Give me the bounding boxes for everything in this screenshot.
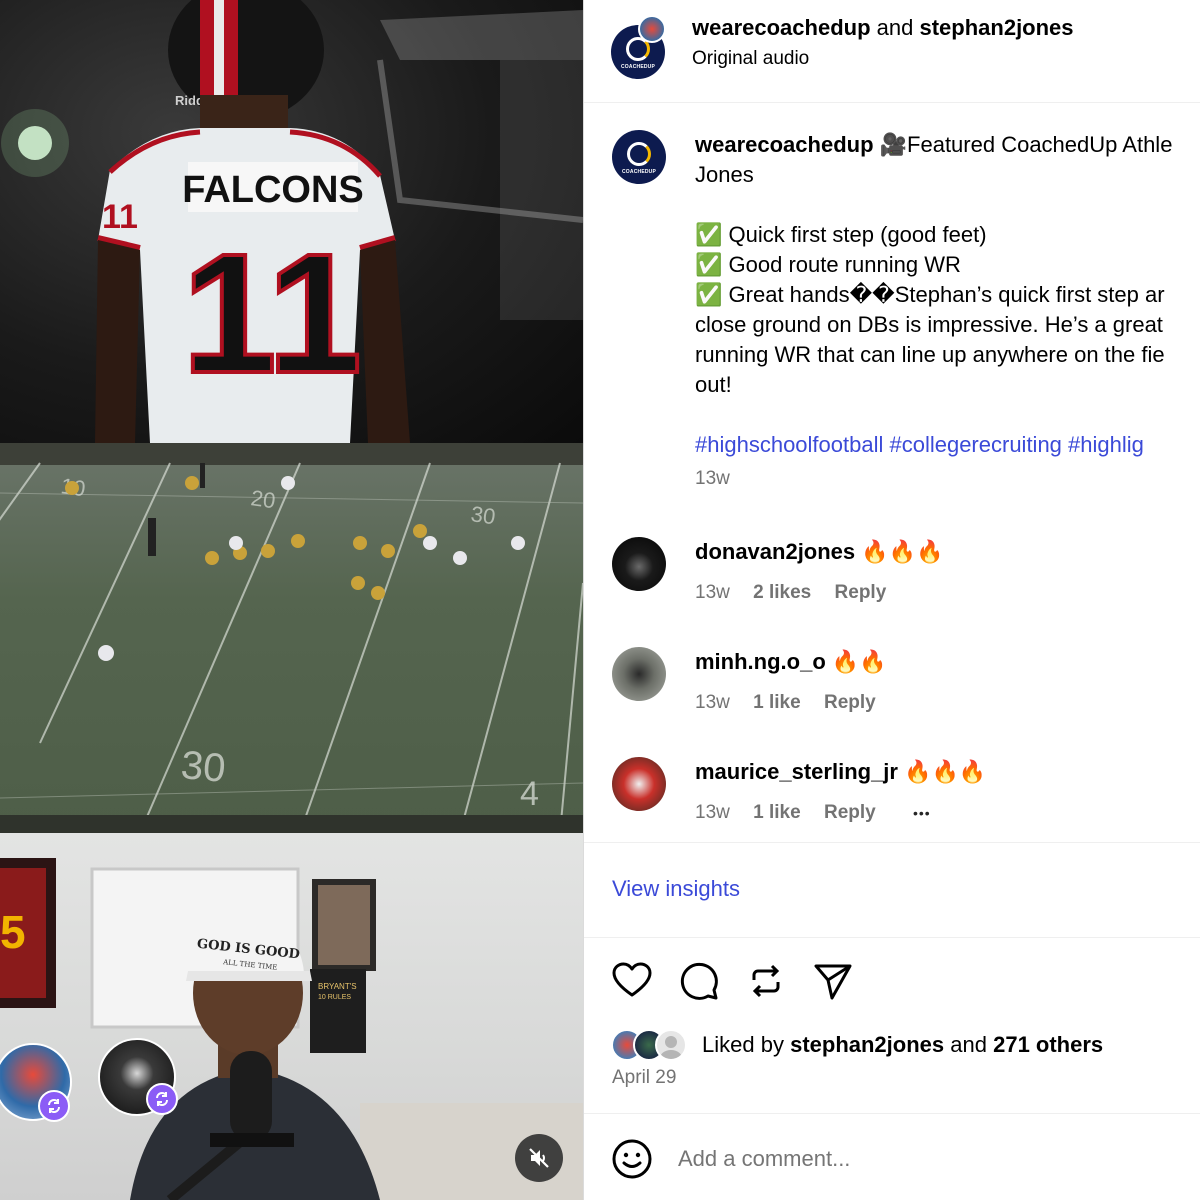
collaborator-avatar[interactable]	[638, 15, 666, 43]
svg-text:11: 11	[102, 198, 138, 236]
divider	[584, 937, 1200, 938]
liked-by-and: and	[950, 1032, 987, 1057]
comment-likes[interactable]: 1 like	[753, 802, 801, 823]
comment-time: 13w	[695, 582, 730, 603]
checkmark-icon: ✅	[695, 222, 723, 247]
like-button[interactable]	[611, 960, 653, 1002]
share-button[interactable]	[812, 960, 854, 1002]
comment-text: donavan2jones 🔥🔥🔥	[695, 537, 943, 567]
caption-line1: 🎥Featured CoachedUp Athle	[879, 132, 1173, 157]
comment-emoji: 🔥🔥🔥	[904, 759, 987, 784]
comment-emoji: 🔥🔥	[831, 649, 887, 674]
comment-username[interactable]: donavan2jones	[695, 539, 855, 564]
post-date: April 29	[612, 1067, 677, 1088]
comment-emoji: 🔥🔥🔥	[861, 539, 944, 564]
send-icon	[814, 964, 852, 1000]
comment-button[interactable]	[678, 960, 720, 1002]
comment-avatar[interactable]	[612, 647, 666, 701]
yard-number-30: 30	[179, 743, 227, 791]
view-insights-link[interactable]: View insights	[612, 876, 740, 902]
checkmark-icon: ✅	[695, 282, 723, 307]
speech-bubble-icon	[680, 962, 718, 1000]
caption-check2: Good route running WR	[728, 252, 961, 277]
emoji-button[interactable]	[611, 1138, 653, 1180]
liked-by-text: Liked by stephan2jones and 271 others	[702, 1030, 1103, 1060]
comment-meta: 13w 2 likes Reply	[695, 582, 886, 604]
repost-badge-icon	[146, 1083, 178, 1115]
media-panel-field: 10 20 30 30 4	[0, 443, 583, 833]
post-sidebar: COACHEDUP wearecoachedup and stephan2jon…	[583, 0, 1200, 1200]
more-options-icon[interactable]: •••	[913, 805, 931, 821]
liked-by-prefix: Liked by	[702, 1032, 784, 1057]
reel-media[interactable]: Riddell 11 FALCONS 11 20 30 30 4 5 BRYAN…	[0, 0, 583, 1200]
liked-by-others[interactable]: 271 others	[993, 1032, 1103, 1057]
comment-time: 13w	[695, 802, 730, 823]
svg-text:5: 5	[0, 906, 26, 958]
header-authors: wearecoachedup and stephan2jones	[692, 13, 1074, 43]
caption-avatar[interactable]: COACHEDUP	[612, 130, 666, 184]
reply-button[interactable]: Reply	[835, 582, 887, 603]
yard-number-40: 4	[520, 775, 539, 813]
divider	[584, 842, 1200, 843]
liked-by-username[interactable]: stephan2jones	[790, 1032, 944, 1057]
field-illustration: 10 20 30 30 4	[0, 443, 583, 833]
caption-check3: Great hands��Stephan’s quick first step …	[728, 282, 1165, 307]
smiley-icon	[612, 1139, 652, 1179]
caption-username[interactable]: wearecoachedup	[695, 132, 874, 157]
liker-avatar	[655, 1029, 687, 1061]
caption-line7: running WR that can line up anywhere on …	[695, 342, 1165, 367]
comment-text: minh.ng.o_o 🔥🔥	[695, 647, 887, 677]
poster-subtitle: 10 RULES	[318, 994, 351, 1001]
liked-by-avatars[interactable]	[611, 1029, 695, 1063]
speaker-muted-icon	[529, 1148, 549, 1168]
player-illustration: Riddell 11 FALCONS 11	[1, 0, 583, 443]
caption-line8: out!	[695, 372, 732, 397]
mute-button[interactable]	[515, 1134, 563, 1182]
divider	[584, 1113, 1200, 1114]
comment-meta: 13w 1 like Reply •••	[695, 802, 931, 824]
caption-hashtags[interactable]: #highschoolfootball #collegerecruiting #…	[695, 430, 1172, 460]
svg-text:30: 30	[469, 501, 497, 529]
heart-icon	[612, 962, 652, 997]
repost-icon	[752, 964, 780, 998]
comment-username[interactable]: minh.ng.o_o	[695, 649, 826, 674]
jersey-number: 11	[182, 219, 362, 409]
comment-avatar[interactable]	[612, 757, 666, 811]
reply-button[interactable]: Reply	[824, 802, 876, 823]
comment-input[interactable]	[678, 1140, 1178, 1178]
checkmark-icon: ✅	[695, 252, 723, 277]
comment-avatar[interactable]	[612, 537, 666, 591]
audio-link[interactable]: Original audio	[692, 48, 809, 70]
poster-title: BRYANT'S	[318, 982, 357, 991]
comment-likes[interactable]: 1 like	[753, 692, 801, 713]
authors-and: and	[876, 15, 914, 40]
repost-badge-icon	[38, 1090, 70, 1122]
media-panel-commentator: 5 BRYANT'S 10 RULES GOD IS GOOD ALL THE …	[0, 833, 583, 1200]
reply-button[interactable]: Reply	[824, 692, 876, 713]
comment-time: 13w	[695, 692, 730, 713]
caption-body: wearecoachedup 🎥Featured CoachedUp Athle…	[695, 130, 1172, 490]
media-panel-player: Riddell 11 FALCONS 11	[0, 0, 583, 443]
collaborator-username[interactable]: stephan2jones	[919, 15, 1073, 40]
caption-time: 13w	[695, 468, 730, 489]
comment-likes[interactable]: 2 likes	[753, 582, 811, 603]
caption-line6: close ground on DBs is impressive. He’s …	[695, 312, 1163, 337]
post-header: COACHEDUP wearecoachedup and stephan2jon…	[584, 0, 1200, 103]
comment-meta: 13w 1 like Reply	[695, 692, 876, 714]
comment-username[interactable]: maurice_sterling_jr	[695, 759, 898, 784]
commentator-illustration: 5 BRYANT'S 10 RULES GOD IS GOOD ALL THE …	[0, 858, 583, 1200]
repost-button[interactable]	[745, 960, 787, 1002]
comment-text: maurice_sterling_jr 🔥🔥🔥	[695, 757, 986, 787]
jersey-name: FALCONS	[182, 169, 364, 211]
caption-line2: Jones	[695, 162, 754, 187]
author-username[interactable]: wearecoachedup	[692, 15, 871, 40]
svg-text:20: 20	[249, 485, 277, 513]
caption-check1: Quick first step (good feet)	[728, 222, 987, 247]
